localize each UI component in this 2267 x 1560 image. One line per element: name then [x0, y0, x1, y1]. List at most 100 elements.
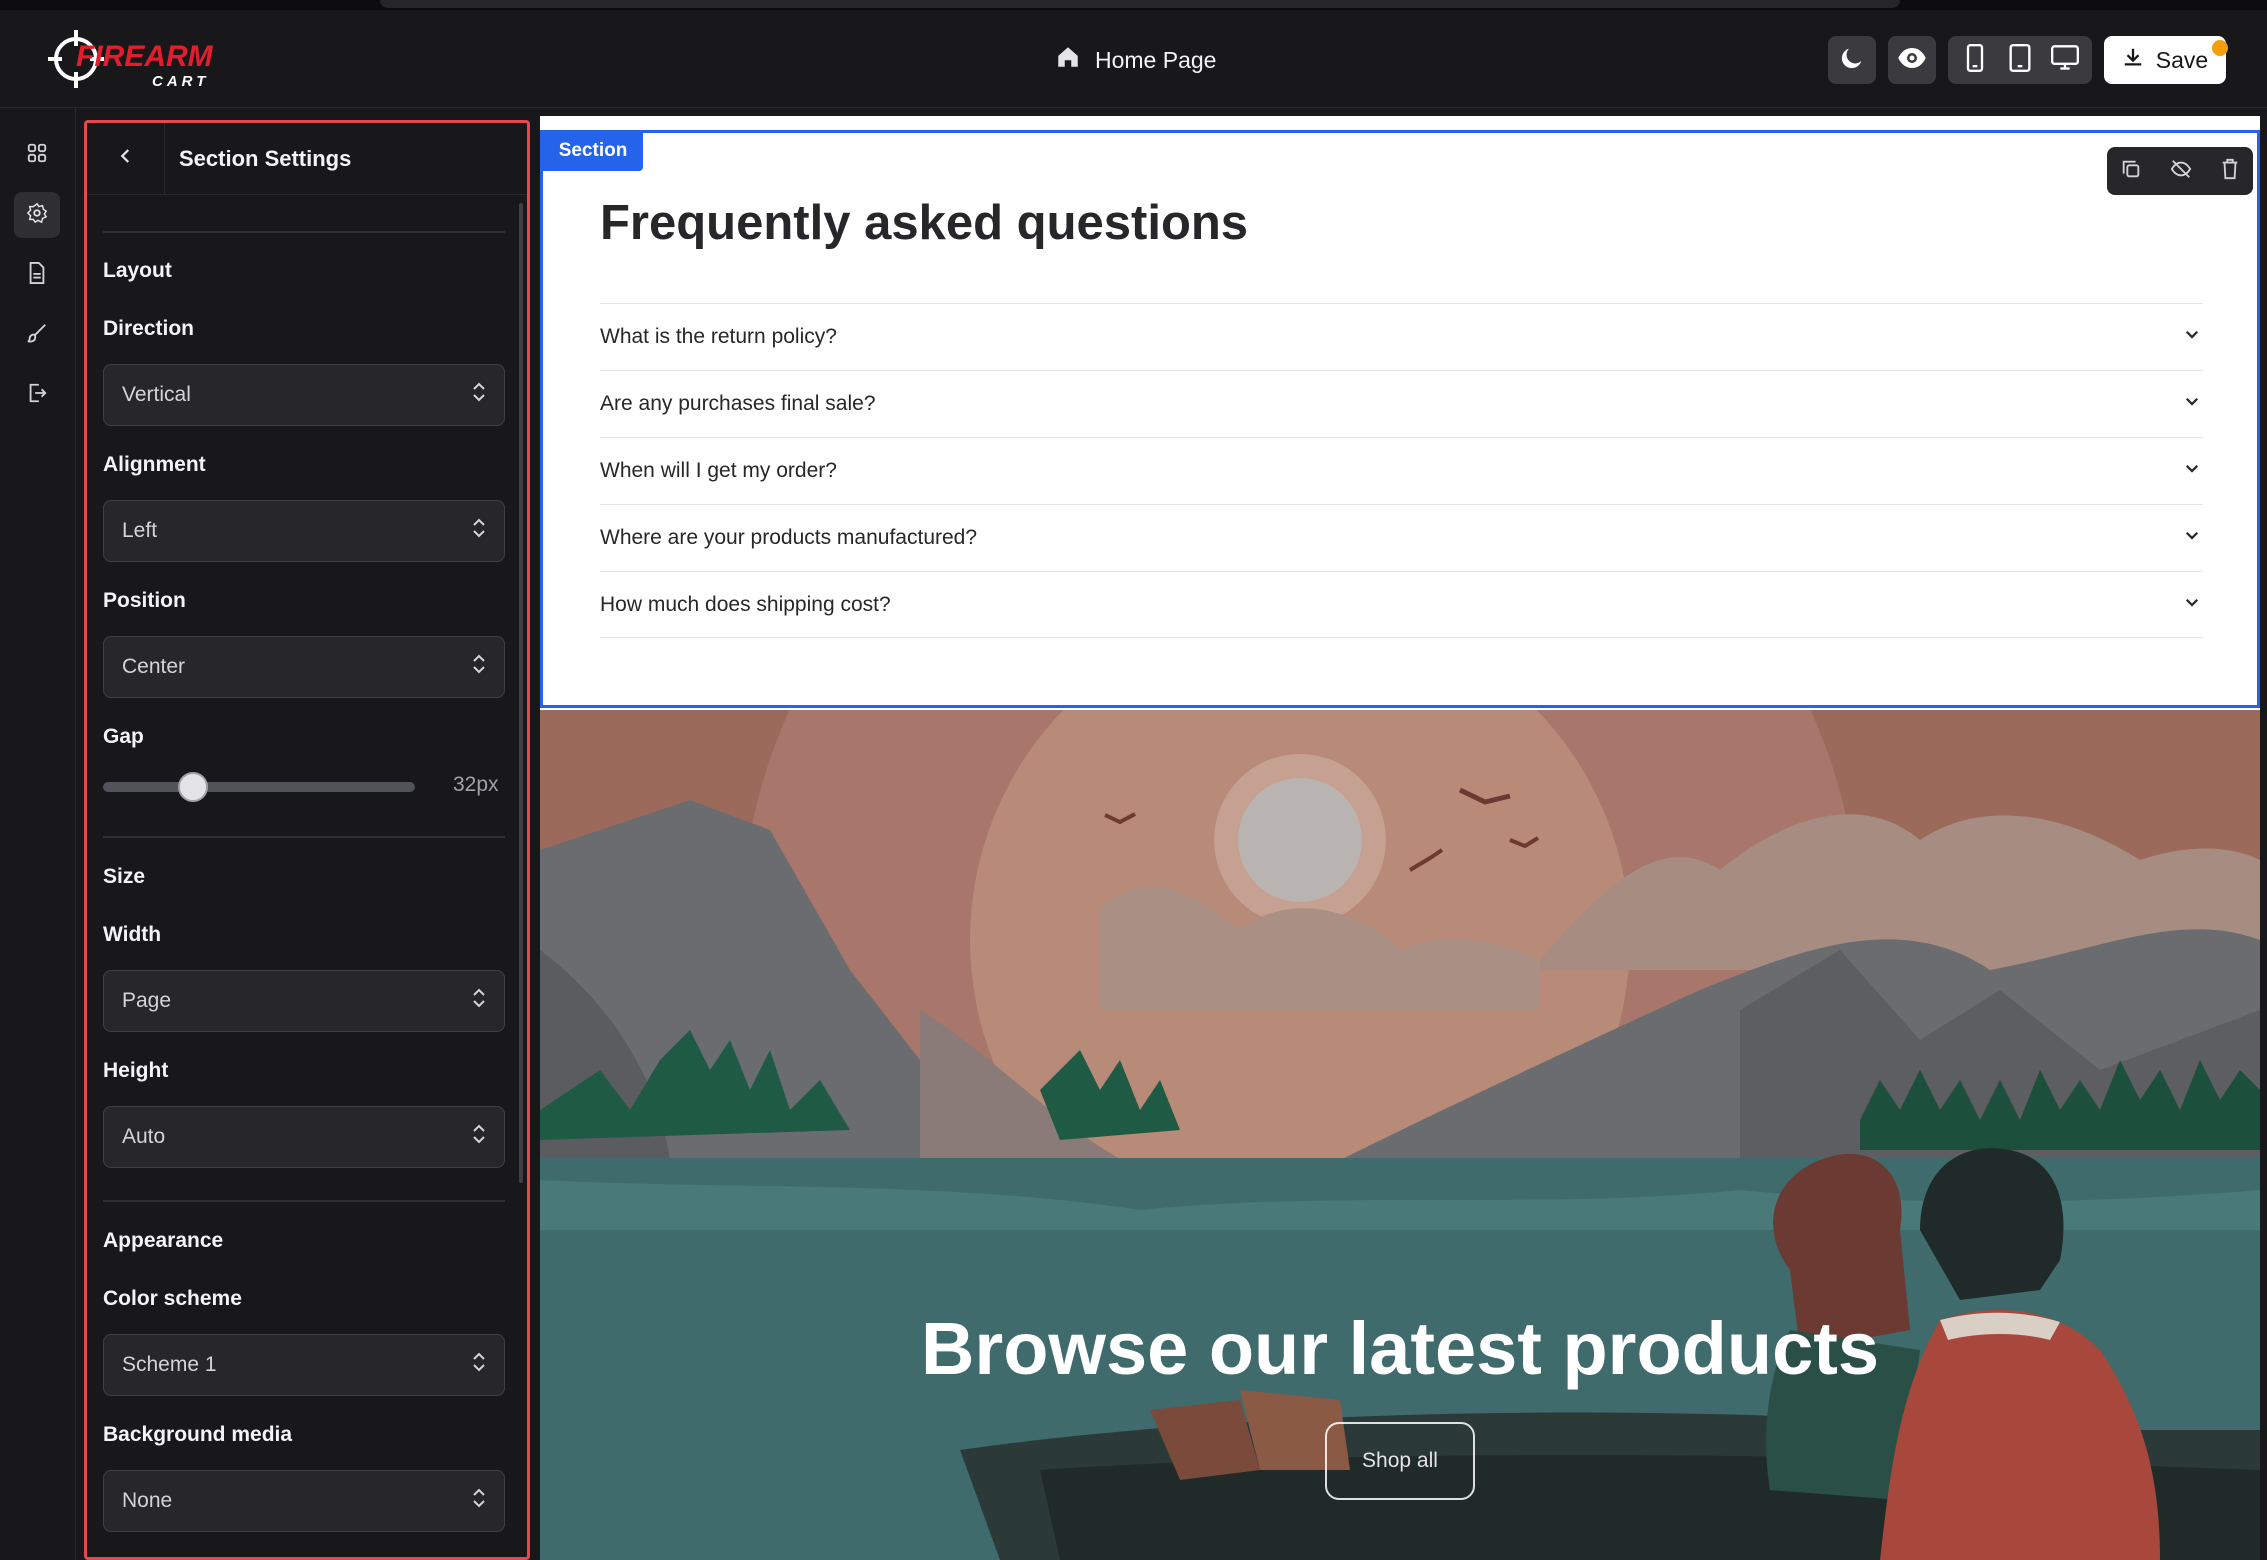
mobile-icon	[1964, 43, 1986, 77]
dark-mode-toggle[interactable]	[1828, 36, 1876, 84]
width-label: Width	[103, 923, 162, 946]
height-select[interactable]: Auto	[103, 1106, 505, 1168]
grid-icon	[26, 142, 48, 169]
faq-item[interactable]: Are any purchases final sale?	[600, 370, 2203, 437]
appearance-heading: Appearance	[103, 1229, 224, 1252]
save-button[interactable]: Save	[2104, 36, 2226, 84]
duplicate-icon[interactable]	[2120, 158, 2142, 185]
alignment-value: Left	[122, 519, 158, 542]
mobile-view-button[interactable]	[1955, 40, 1995, 80]
faq-section[interactable]: Section Frequently asked questions What …	[540, 130, 2260, 708]
faq-item[interactable]: Where are your products manufactured?	[600, 504, 2203, 571]
tablet-view-button[interactable]	[2000, 40, 2040, 80]
chevron-up-down-icon	[472, 381, 486, 409]
direction-label: Direction	[103, 317, 195, 340]
chevron-left-icon	[117, 147, 135, 170]
hero-title: Browse our latest products	[920, 1307, 1880, 1390]
panel-title: Section Settings	[179, 145, 352, 171]
faq-question: Where are your products manufactured?	[600, 526, 978, 549]
shop-all-button[interactable]: Shop all	[1325, 1422, 1475, 1500]
faq-list: What is the return policy? Are any purch…	[600, 303, 2203, 638]
background-media-value: None	[122, 1489, 173, 1512]
background-media-label: Background media	[103, 1423, 293, 1446]
crosshair-logo-icon: FIREARM CART	[48, 30, 214, 90]
chevron-down-icon	[2183, 325, 2201, 349]
faq-item[interactable]: What is the return policy?	[600, 303, 2203, 370]
faq-title: Frequently asked questions	[600, 196, 1249, 250]
exit-icon	[26, 382, 48, 409]
browser-top-strip	[0, 0, 2267, 10]
direction-select[interactable]: Vertical	[103, 364, 505, 426]
faq-item[interactable]: When will I get my order?	[600, 437, 2203, 504]
alignment-label: Alignment	[103, 453, 206, 476]
section-toolbar	[2107, 147, 2253, 195]
divider	[103, 231, 505, 233]
home-icon	[1055, 44, 1081, 76]
width-select[interactable]: Page	[103, 970, 505, 1032]
chevron-up-down-icon	[472, 1487, 486, 1515]
color-scheme-value: Scheme 1	[122, 1353, 217, 1376]
position-label: Position	[103, 589, 186, 612]
divider	[103, 836, 505, 838]
chevron-down-icon	[2183, 392, 2201, 416]
preview-canvas: Section Frequently asked questions What …	[540, 116, 2260, 1560]
tablet-icon	[2007, 43, 2033, 77]
chevron-down-icon	[2183, 526, 2201, 550]
panel-scrollbar[interactable]	[519, 203, 523, 1183]
faq-question: When will I get my order?	[600, 459, 837, 482]
logo-word-cart: CART	[152, 73, 209, 90]
divider	[103, 1200, 505, 1202]
background-media-select[interactable]: None	[103, 1470, 505, 1532]
eye-icon	[1897, 43, 1927, 78]
section-badge: Section	[543, 131, 643, 171]
height-value: Auto	[122, 1125, 166, 1148]
direction-value: Vertical	[122, 383, 191, 406]
rail-pages-button[interactable]	[14, 252, 60, 298]
position-value: Center	[122, 655, 186, 678]
trash-icon[interactable]	[2220, 158, 2240, 185]
faq-question: What is the return policy?	[600, 325, 837, 348]
alignment-select[interactable]: Left	[103, 500, 505, 562]
chevron-down-icon	[2183, 593, 2201, 617]
panel-header: Section Settings	[87, 123, 527, 195]
gear-icon	[26, 202, 48, 229]
brand-logo[interactable]: FIREARM CART	[48, 28, 238, 90]
device-switcher	[1948, 36, 2092, 84]
gap-slider-track[interactable]	[103, 782, 415, 792]
top-bar: FIREARM CART Home Page Save	[0, 10, 2267, 108]
position-select[interactable]: Center	[103, 636, 505, 698]
faq-item[interactable]: How much does shipping cost?	[600, 571, 2203, 638]
left-rail	[0, 108, 76, 1560]
back-button[interactable]	[87, 123, 165, 195]
rail-settings-button[interactable]	[14, 192, 60, 238]
hero-banner[interactable]: Browse our latest products Shop all	[540, 380, 2260, 1560]
width-value: Page	[122, 989, 172, 1012]
rail-exit-button[interactable]	[14, 372, 60, 418]
faq-question: How much does shipping cost?	[600, 592, 891, 616]
hide-icon[interactable]	[2169, 158, 2193, 185]
save-label: Save	[2155, 46, 2209, 73]
unsaved-indicator-dot	[2212, 40, 2228, 56]
layout-heading: Layout	[103, 259, 172, 282]
height-label: Height	[103, 1059, 169, 1082]
page-title[interactable]: Home Page	[1055, 40, 1216, 80]
chevron-up-down-icon	[472, 653, 486, 681]
chevron-up-down-icon	[472, 517, 486, 545]
color-scheme-select[interactable]: Scheme 1	[103, 1334, 505, 1396]
rail-theme-button[interactable]	[14, 312, 60, 358]
gap-slider-thumb[interactable]	[178, 772, 208, 802]
rail-blocks-button[interactable]	[14, 132, 60, 178]
faq-question: Are any purchases final sale?	[600, 392, 876, 415]
gap-value: 32px	[453, 773, 499, 796]
brush-icon	[26, 322, 48, 349]
document-icon	[27, 261, 47, 289]
desktop-view-button[interactable]	[2045, 40, 2085, 80]
page-title-text: Home Page	[1095, 46, 1217, 73]
chevron-down-icon	[2183, 459, 2201, 483]
preview-button[interactable]	[1888, 36, 1936, 84]
logo-word-firearm: FIREARM	[76, 40, 214, 73]
gap-label: Gap	[103, 725, 144, 748]
size-heading: Size	[103, 865, 146, 888]
download-icon	[2122, 46, 2144, 74]
moon-icon	[1838, 44, 1866, 77]
